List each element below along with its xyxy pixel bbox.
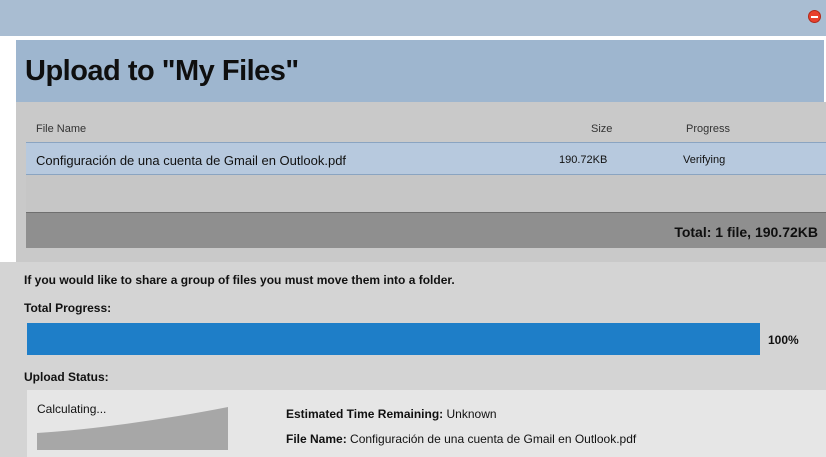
current-file-value: Configuración de una cuenta de Gmail en …	[350, 432, 637, 446]
table-row[interactable]: Configuración de una cuenta de Gmail en …	[26, 142, 826, 175]
file-progress-cell: Verifying	[683, 154, 726, 166]
upload-dialog: Upload to "My Files" File Name Size Prog…	[0, 0, 826, 457]
current-file-label: File Name:	[286, 432, 347, 446]
close-icon[interactable]	[808, 10, 821, 23]
empty-table-row	[26, 175, 826, 212]
column-header-file-name[interactable]: File Name	[36, 123, 86, 135]
share-info-message: If you would like to share a group of fi…	[24, 273, 455, 287]
page-title: Upload to "My Files"	[25, 55, 299, 87]
panel-left-edge	[0, 102, 16, 262]
total-progress-fill	[27, 323, 760, 355]
total-summary: Total: 1 file, 190.72KB	[674, 224, 818, 240]
title-bar	[0, 0, 826, 36]
total-progress-label: Total Progress:	[24, 301, 112, 315]
estimated-time-label: Estimated Time Remaining:	[286, 407, 444, 421]
total-bar: Total: 1 file, 190.72KB	[26, 212, 826, 248]
estimated-time-line: Estimated Time Remaining: Unknown	[286, 407, 497, 421]
file-size-cell: 190.72KB	[559, 154, 608, 166]
total-progress-bar	[27, 323, 760, 355]
upload-status-label: Upload Status:	[24, 370, 109, 384]
upload-state-text: Calculating...	[37, 402, 107, 416]
column-header-progress[interactable]: Progress	[686, 123, 730, 135]
total-progress-percent: 100%	[768, 333, 799, 347]
current-file-line: File Name: Configuración de una cuenta d…	[286, 432, 636, 446]
column-header-size[interactable]: Size	[591, 123, 612, 135]
file-name-cell: Configuración de una cuenta de Gmail en …	[36, 153, 347, 168]
estimated-time-value: Unknown	[446, 407, 497, 421]
